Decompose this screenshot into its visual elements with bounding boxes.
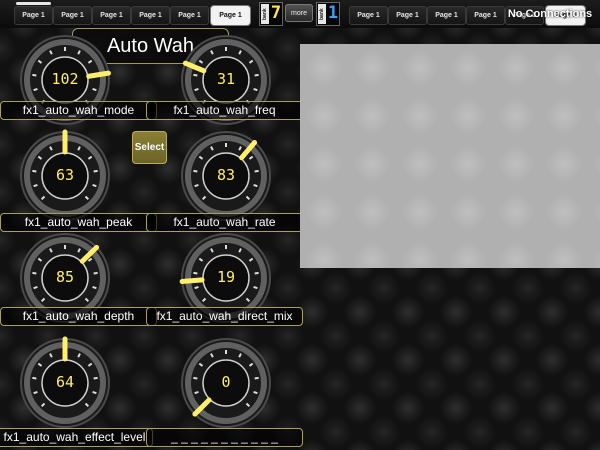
knob-tick <box>92 88 97 92</box>
knob-tick <box>32 376 37 380</box>
knob-tick <box>194 184 199 188</box>
more-button[interactable]: more <box>285 4 313 22</box>
knob-tick <box>254 73 259 77</box>
knob-tick <box>194 88 199 92</box>
knob-tick <box>32 73 37 77</box>
page-tab-label: Page 1 <box>100 12 123 19</box>
knob-tick <box>253 88 258 92</box>
knob-label-freq: fx1_auto_wah_freq <box>146 101 303 120</box>
knob-effect-level[interactable]: 64 <box>17 335 113 431</box>
knob-value: 102 <box>51 70 79 88</box>
knob-tick <box>194 391 199 395</box>
knob-tick <box>193 169 198 173</box>
knob-value: 64 <box>55 373 75 391</box>
page-tab-label: Page 1 <box>178 12 201 19</box>
knob-tick <box>32 169 37 173</box>
knob-tick <box>33 286 38 290</box>
knob-tick <box>92 391 97 395</box>
page-tab-8[interactable]: Page 1 <box>388 6 427 25</box>
knob-value: 19 <box>216 268 236 286</box>
knob-value: 83 <box>216 166 236 184</box>
knob-value: 63 <box>55 166 75 184</box>
knob-unassigned[interactable]: 0 <box>178 335 274 431</box>
knob-tick <box>32 271 37 275</box>
page-tab-label: Page 1 <box>357 12 380 19</box>
page-tab-7[interactable]: Page 1 <box>349 6 388 25</box>
xy-pad[interactable] <box>300 44 600 268</box>
bank-number: 1 <box>327 3 339 23</box>
page-tab-label: Page 1 <box>474 12 497 19</box>
knob-tick <box>33 391 38 395</box>
knob-label-effect-level: fx1_auto_wah_effect_level <box>0 428 153 447</box>
knob-label-mode: fx1_auto_wah_mode <box>0 101 157 120</box>
knob-tick <box>253 184 258 188</box>
bank-label: bank <box>318 4 326 24</box>
connection-status: No Connections <box>507 8 593 20</box>
page-tab-label: Page 1 <box>435 12 458 19</box>
page-tab-4[interactable]: Page 1 <box>131 6 170 25</box>
page-tab-9[interactable]: Page 1 <box>427 6 466 25</box>
knob-pointer <box>86 70 111 79</box>
knob-label-unassigned: _ _ _ _ _ _ _ _ _ _ _ <box>146 428 303 447</box>
page-tab-3[interactable]: Page 1 <box>92 6 131 25</box>
page-tab-label: Page 1 <box>139 12 162 19</box>
bank-label: bank <box>261 4 269 24</box>
knob-tick <box>254 169 259 173</box>
top-bar: Page 1 Page 1 Page 1 Page 1 Page 1 Page … <box>0 0 600 28</box>
knob-label-depth: fx1_auto_wah_depth <box>0 307 157 326</box>
knob-tick <box>93 169 98 173</box>
knob-tick <box>253 391 258 395</box>
page-tab-label: Page 1 <box>61 12 84 19</box>
knob-tick <box>93 376 98 380</box>
page-tab-1[interactable]: Page 1 <box>14 2 53 25</box>
knob-tick <box>92 286 97 290</box>
select-button[interactable]: Select <box>132 131 167 164</box>
bank-selector-right[interactable]: bank 1 <box>316 2 340 26</box>
knob-value: 31 <box>216 70 236 88</box>
bank-selector-left[interactable]: bank 7 <box>259 2 283 26</box>
knob-tick <box>92 184 97 188</box>
knob-peak[interactable]: 63 <box>17 128 113 224</box>
knob-tick <box>193 73 198 77</box>
bank-number: 7 <box>270 3 282 23</box>
page-tab-label: Page 1 <box>396 12 419 19</box>
knob-tick <box>93 271 98 275</box>
page-tab-label: Page 1 <box>219 12 242 19</box>
knob-tick <box>193 271 198 275</box>
knob-tick <box>33 88 38 92</box>
knob-value: 0 <box>221 373 231 391</box>
page-tab-label: Page 1 <box>22 12 45 19</box>
knob-value: 85 <box>55 268 75 286</box>
knob-tick <box>254 376 259 380</box>
knob-tick <box>253 286 258 290</box>
knob-pointer <box>179 277 205 284</box>
page-tab-6-active[interactable]: Page 1 <box>211 6 250 25</box>
knob-tick <box>193 376 198 380</box>
knob-rate[interactable]: 83 <box>178 128 274 224</box>
knob-label-direct-mix: fx1_auto_wah_direct_mix <box>146 307 303 326</box>
knob-tick <box>194 286 199 290</box>
knob-tick <box>254 271 259 275</box>
page-tab-2[interactable]: Page 1 <box>53 6 92 25</box>
knob-tick <box>33 184 38 188</box>
page-tab-5[interactable]: Page 1 <box>170 6 209 25</box>
